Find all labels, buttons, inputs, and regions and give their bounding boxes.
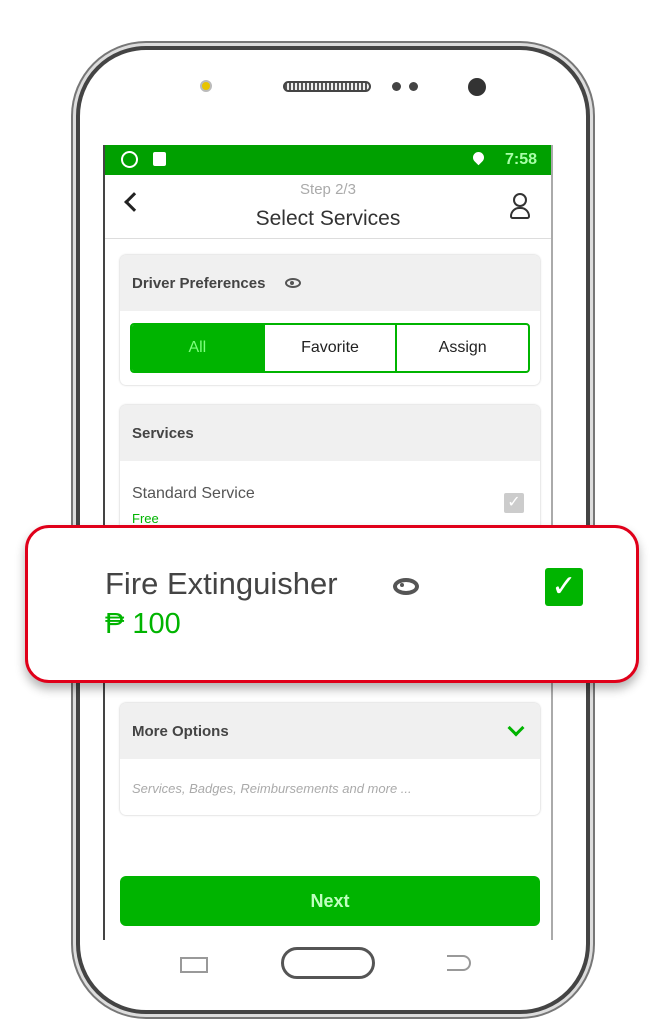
- more-options-title: More Options: [132, 722, 229, 740]
- home-button[interactable]: [281, 947, 375, 979]
- front-light: [200, 80, 212, 92]
- option-favorite[interactable]: Favorite: [262, 325, 396, 371]
- service-checkbox[interactable]: ✓: [504, 493, 524, 513]
- driver-preference-selector: All Favorite Assign: [130, 323, 530, 373]
- status-bar: 7:58: [105, 145, 551, 175]
- page-title: Select Services: [255, 207, 401, 230]
- highlighted-service-checkbox[interactable]: ✓: [545, 568, 583, 606]
- driver-preferences-title: Driver Preferences: [132, 274, 266, 292]
- next-button[interactable]: Next: [120, 876, 540, 926]
- recent-apps-icon[interactable]: [180, 957, 208, 973]
- app-notification-icon: [153, 152, 166, 166]
- location-pin-icon: [470, 149, 487, 166]
- eye-icon[interactable]: [285, 278, 302, 288]
- front-camera: [468, 78, 486, 96]
- currency-symbol: ₱: [105, 608, 125, 640]
- more-options-card[interactable]: More Options Services, Badges, Reimburse…: [120, 703, 540, 815]
- speaker-grille: [283, 81, 371, 92]
- whatsapp-icon: [121, 151, 138, 168]
- services-card: Services Standard Service Free ✓: [120, 405, 540, 545]
- header: Step 2/3 Select Services: [105, 175, 551, 239]
- services-title: Services: [132, 424, 194, 442]
- service-name: Standard Service: [132, 485, 255, 502]
- driver-preferences-card: Driver Preferences All Favorite Assign: [120, 255, 540, 385]
- highlighted-service-name: Fire Extinguisher: [105, 566, 338, 601]
- status-time: 7:58: [505, 151, 538, 168]
- headset-support-icon[interactable]: [509, 193, 531, 221]
- option-assign[interactable]: Assign: [395, 325, 528, 371]
- back-nav-icon[interactable]: [447, 955, 471, 971]
- sensor: [392, 82, 401, 91]
- highlighted-service-price: ₱ 100: [105, 608, 181, 640]
- highlighted-service: Fire Extinguisher ₱ 100 ✓: [25, 525, 639, 683]
- step-indicator: Step 2/3: [300, 181, 356, 198]
- sensor: [409, 82, 418, 91]
- more-options-subtitle: Services, Badges, Reimbursements and mor…: [132, 781, 412, 796]
- chevron-down-icon[interactable]: [507, 719, 525, 737]
- option-all[interactable]: All: [132, 325, 263, 371]
- service-price: Free: [132, 511, 159, 526]
- eye-icon[interactable]: [393, 578, 419, 595]
